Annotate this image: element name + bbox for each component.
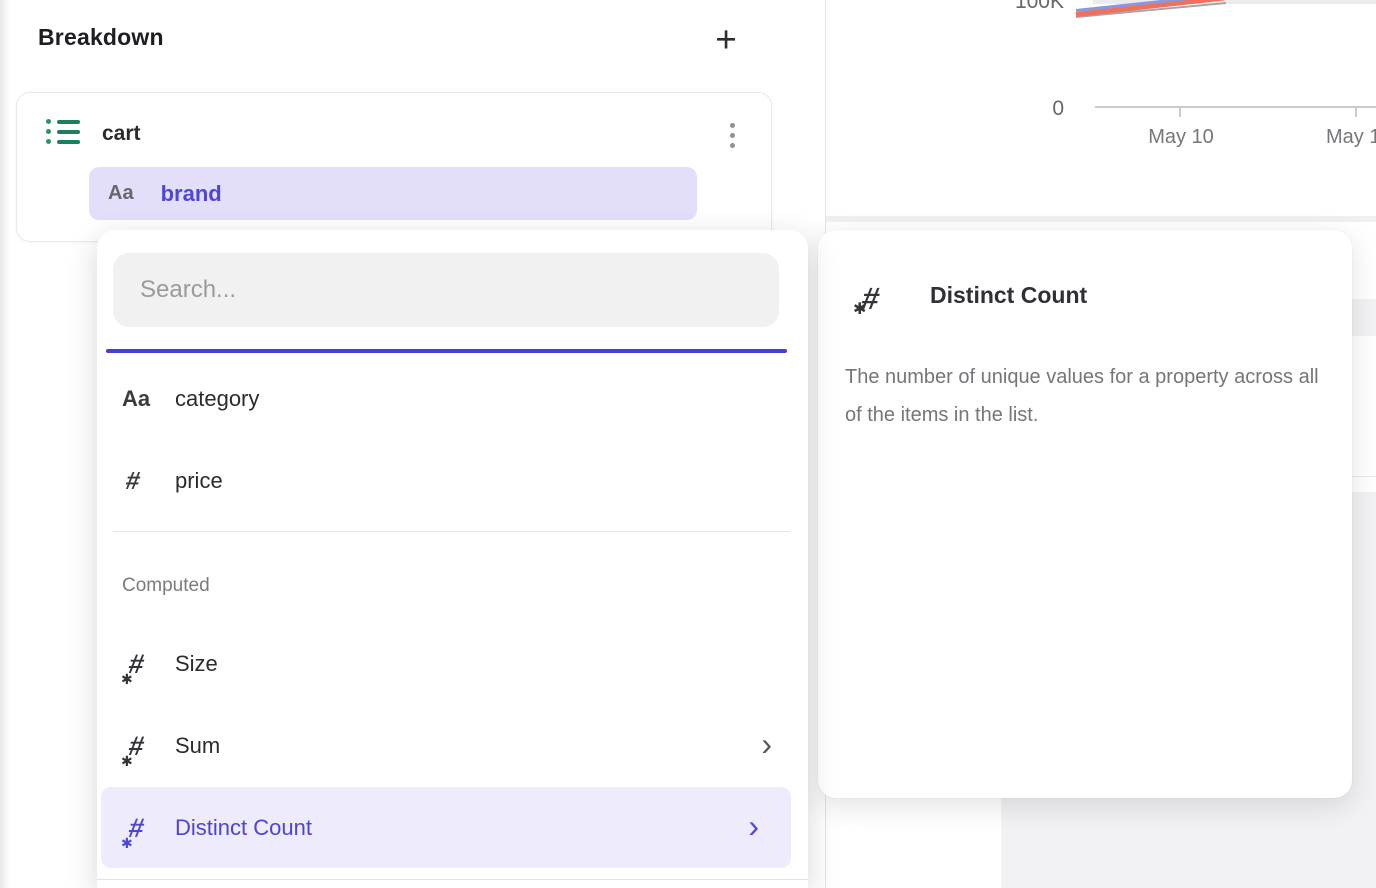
add-breakdown-button[interactable]: + — [704, 20, 748, 62]
group-options-kebab-menu[interactable] — [728, 121, 737, 150]
computed-number-icon: #✱ — [122, 729, 158, 763]
breakdown-section-title: Breakdown — [38, 24, 164, 51]
dropdown-item-price[interactable]: # price — [97, 440, 808, 522]
list-property-icon — [46, 119, 80, 144]
computed-number-icon: #✱ — [122, 811, 158, 845]
left-edge-shadow — [0, 0, 10, 888]
text-property-icon: Aa — [108, 182, 134, 205]
selected-property-label: brand — [161, 181, 222, 207]
property-tooltip-card: # ✱ Distinct Count The number of unique … — [818, 230, 1352, 798]
x-axis-tick — [1355, 107, 1357, 117]
tooltip-title: Distinct Count — [930, 282, 1087, 309]
dropdown-item-sum[interactable]: #✱ Sum › — [97, 705, 808, 787]
screen: 100K 0 May 10 May 1 Breakdown + cart Aa … — [0, 0, 1376, 888]
computed-section-header: Computed — [122, 575, 210, 597]
dropdown-item-distinct-count[interactable]: #✱ Distinct Count › — [101, 787, 791, 868]
x-axis-label-may10: May 10 — [1131, 126, 1231, 149]
x-axis-line — [1095, 106, 1376, 108]
text-type-icon: Aa — [122, 386, 150, 412]
chevron-right-icon: › — [761, 726, 772, 763]
tooltip-description: The number of unique values for a proper… — [845, 358, 1327, 434]
property-select-dropdown: Aa category # price Computed #✱ Size #✱ … — [97, 230, 808, 888]
dropdown-section-divider — [113, 531, 790, 532]
y-axis-tick-0: 0 — [1038, 97, 1064, 121]
group-name-cart[interactable]: cart — [102, 122, 141, 146]
dropdown-item-category[interactable]: Aa category — [97, 358, 808, 440]
x-axis-tick — [1179, 107, 1181, 117]
dropdown-footer-divider — [97, 879, 808, 880]
number-type-icon: # — [123, 467, 142, 496]
active-tab-indicator — [106, 349, 787, 353]
distinct-count-icon: # ✱ — [855, 280, 891, 314]
selected-property-pill[interactable]: Aa brand — [89, 167, 697, 220]
chevron-right-icon: › — [748, 808, 759, 845]
x-axis-label-may1x: May 1 — [1326, 126, 1376, 149]
y-axis-tick-100k: 100K — [1012, 0, 1064, 14]
computed-number-icon: #✱ — [122, 647, 158, 681]
search-input[interactable] — [113, 253, 779, 327]
section-divider-band — [826, 216, 1376, 222]
dropdown-item-size[interactable]: #✱ Size — [97, 623, 808, 705]
line-chart-series — [1076, 0, 1226, 22]
